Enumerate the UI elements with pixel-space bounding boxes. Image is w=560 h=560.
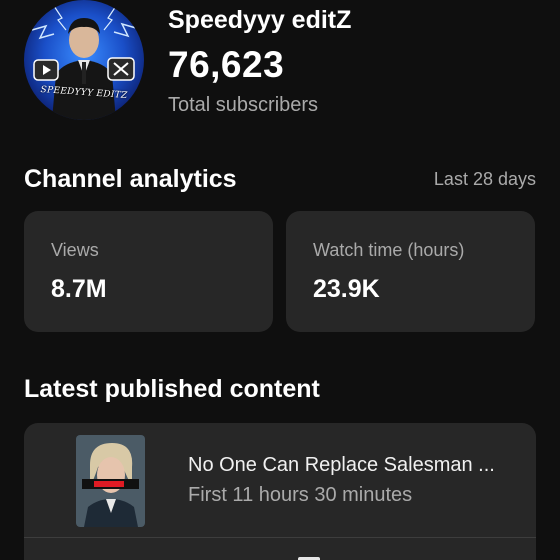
analytics-section-title: Channel analytics: [24, 165, 237, 193]
watch-time-card[interactable]: Watch time (hours) 23.9K: [286, 211, 535, 332]
subscriber-count: 76,623: [168, 44, 285, 85]
thumbnail-artwork: [76, 435, 145, 527]
metric-label: Views: [51, 240, 99, 260]
subscriber-label: Total subscribers: [168, 94, 319, 116]
metric-label: Watch time (hours): [313, 240, 465, 260]
views-card[interactable]: Views 8.7M: [24, 211, 273, 332]
channel-header: SPEEDYYY EDITZ Speedyyy editZ 76,623 Tot…: [24, 0, 544, 130]
latest-content-title: Latest published content: [24, 375, 320, 403]
video-meta: First 11 hours 30 minutes: [188, 484, 413, 506]
divider: [24, 537, 536, 538]
metric-value: 23.9K: [313, 275, 380, 303]
video-title[interactable]: No One Can Replace Salesman ...: [188, 454, 518, 477]
video-thumbnail[interactable]: [76, 435, 145, 527]
metric-value: 8.7M: [51, 275, 107, 303]
latest-content-card: No One Can Replace Salesman ... First 11…: [24, 423, 536, 560]
channel-name: Speedyyy editZ: [168, 6, 352, 34]
analytics-screen: SPEEDYYY EDITZ Speedyyy editZ 76,623 Tot…: [0, 0, 560, 560]
avatar-artwork: [31, 5, 137, 120]
channel-avatar[interactable]: SPEEDYYY EDITZ: [24, 0, 144, 120]
period-label[interactable]: Last 28 days: [434, 169, 536, 190]
